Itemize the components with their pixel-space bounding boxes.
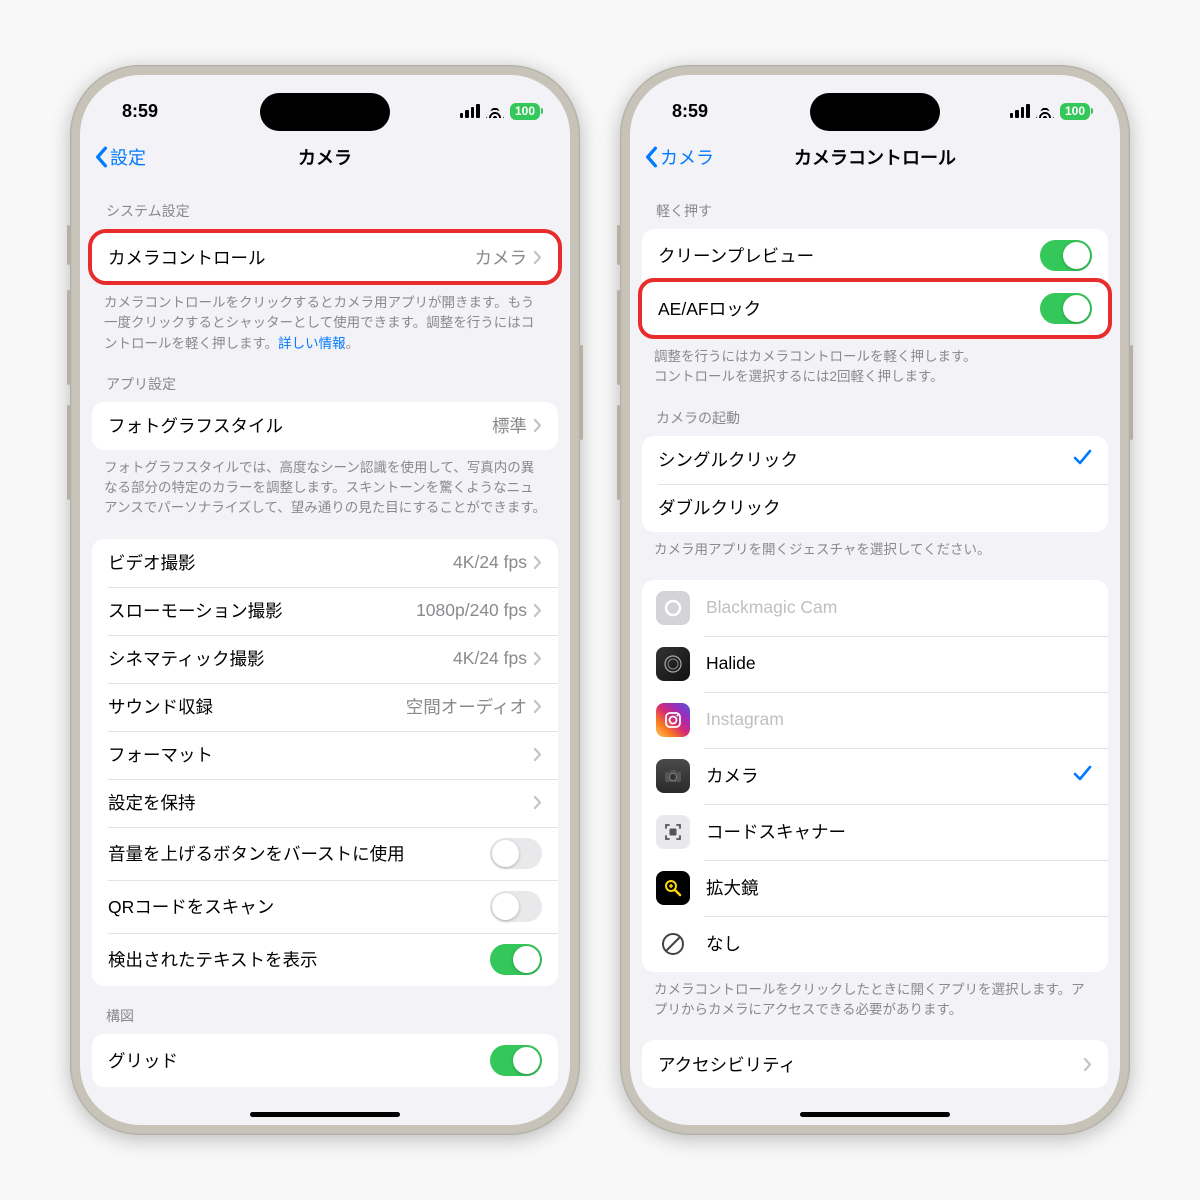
phone-right: 8:59 100 カメラ カメラコントロール 軽く押す クリーンプレビュー [620, 65, 1130, 1135]
row-value: 標準 [492, 413, 527, 438]
app-row-none[interactable]: なし [642, 916, 1108, 972]
chevron-right-icon [1083, 1057, 1092, 1072]
instagram-icon [656, 703, 690, 737]
nav-bar: カメラ カメラコントロール [630, 133, 1120, 181]
section-footer: フォトグラフスタイルでは、高度なシーン認識を使用して、写真内の異なる部分の特定の… [80, 450, 570, 519]
qr-scan-toggle[interactable] [490, 891, 542, 922]
more-info-link[interactable]: 詳しい情報 [278, 336, 346, 351]
camera-icon [656, 759, 690, 793]
aeaf-lock-toggle[interactable] [1040, 293, 1092, 324]
chevron-right-icon [533, 555, 542, 570]
double-click-row[interactable]: ダブルクリック [642, 484, 1108, 532]
battery-icon: 100 [510, 103, 540, 120]
app-row-codescanner[interactable]: コードスキャナー [642, 804, 1108, 860]
highlight-box: カメラコントロール カメラ [88, 229, 562, 285]
section-header: システム設定 [80, 181, 570, 229]
volume-burst-toggle[interactable] [490, 838, 542, 869]
halide-icon [656, 647, 690, 681]
back-button[interactable]: カメラ [644, 144, 714, 170]
grid-row: グリッド [92, 1034, 558, 1087]
section-header: 構図 [80, 986, 570, 1034]
accessibility-row[interactable]: アクセシビリティ [642, 1040, 1108, 1088]
check-icon [1072, 763, 1092, 789]
chevron-right-icon [533, 250, 542, 265]
volume-burst-row: 音量を上げるボタンをバーストに使用 [92, 827, 558, 880]
grid-toggle[interactable] [490, 1045, 542, 1076]
app-row-halide[interactable]: Halide [642, 636, 1108, 692]
dynamic-island [260, 93, 390, 131]
sound-row[interactable]: サウンド収録 空間オーディオ [92, 683, 558, 731]
app-row-camera[interactable]: カメラ [642, 748, 1108, 804]
section-footer: 調整を行うにはカメラコントロールを軽く押します。 コントロールを選択するには2回… [630, 339, 1120, 388]
section-header: 軽く押す [630, 181, 1120, 229]
chevron-right-icon [533, 747, 542, 762]
row-label: フォトグラフスタイル [108, 413, 492, 438]
qr-scan-row: QRコードをスキャン [92, 880, 558, 933]
dynamic-island [810, 93, 940, 131]
home-indicator[interactable] [800, 1112, 950, 1117]
chevron-right-icon [533, 795, 542, 810]
video-row[interactable]: ビデオ撮影 4K/24 fps [92, 539, 558, 587]
app-row-magnifier[interactable]: 拡大鏡 [642, 860, 1108, 916]
status-time: 8:59 [672, 101, 708, 122]
blackmagic-icon [656, 591, 690, 625]
chevron-right-icon [533, 418, 542, 433]
cinematic-row[interactable]: シネマティック撮影 4K/24 fps [92, 635, 558, 683]
screen-left: 8:59 100 設定 カメラ システム設定 カメラコントロール カメラ [80, 75, 570, 1125]
section-footer: カメラコントロールをクリックするとカメラ用アプリが開きます。もう一度クリックする… [80, 285, 570, 354]
preserve-row[interactable]: 設定を保持 [92, 779, 558, 827]
app-row-blackmagic[interactable]: Blackmagic Cam [642, 580, 1108, 636]
none-icon [656, 927, 690, 961]
section-header: カメラの起動 [630, 388, 1120, 436]
phone-left: 8:59 100 設定 カメラ システム設定 カメラコントロール カメラ [70, 65, 580, 1135]
clean-preview-row: クリーンプレビュー [642, 229, 1108, 282]
settings-content[interactable]: 軽く押す クリーンプレビュー AE/AFロック 調整を行うにはカメラコントロール… [630, 181, 1120, 1125]
highlight-box: AE/AFロック [638, 278, 1112, 339]
wifi-icon [1036, 104, 1054, 118]
format-row[interactable]: フォーマット [92, 731, 558, 779]
chevron-left-icon [644, 146, 658, 168]
chevron-right-icon [533, 699, 542, 714]
page-title: カメラコントロール [794, 144, 956, 170]
home-indicator[interactable] [250, 1112, 400, 1117]
camera-control-row[interactable]: カメラコントロール カメラ [92, 233, 558, 281]
check-icon [1072, 447, 1092, 473]
signal-icon [460, 104, 480, 118]
qr-scanner-icon [656, 815, 690, 849]
back-label: 設定 [110, 144, 146, 170]
screen-right: 8:59 100 カメラ カメラコントロール 軽く押す クリーンプレビュー [630, 75, 1120, 1125]
text-detect-row: 検出されたテキストを表示 [92, 933, 558, 986]
photo-style-row[interactable]: フォトグラフスタイル 標準 [92, 402, 558, 450]
wifi-icon [486, 104, 504, 118]
app-row-instagram[interactable]: Instagram [642, 692, 1108, 748]
settings-content[interactable]: システム設定 カメラコントロール カメラ カメラコントロールをクリックするとカメ… [80, 181, 570, 1125]
text-detect-toggle[interactable] [490, 944, 542, 975]
clean-preview-toggle[interactable] [1040, 240, 1092, 271]
chevron-left-icon [94, 146, 108, 168]
nav-bar: 設定 カメラ [80, 133, 570, 181]
row-label: カメラコントロール [108, 245, 475, 270]
back-label: カメラ [660, 144, 714, 170]
single-click-row[interactable]: シングルクリック [642, 436, 1108, 484]
status-time: 8:59 [122, 101, 158, 122]
chevron-right-icon [533, 651, 542, 666]
slomo-row[interactable]: スローモーション撮影 1080p/240 fps [92, 587, 558, 635]
back-button[interactable]: 設定 [94, 144, 146, 170]
section-header: アプリ設定 [80, 354, 570, 402]
page-title: カメラ [298, 144, 352, 170]
section-footer: カメラコントロールをクリックしたときに開くアプリを選択します。アプリからカメラに… [630, 972, 1120, 1021]
aeaf-lock-row: AE/AFロック [642, 282, 1108, 335]
battery-icon: 100 [1060, 103, 1090, 120]
chevron-right-icon [533, 603, 542, 618]
magnifier-icon [656, 871, 690, 905]
section-footer: カメラ用アプリを開くジェスチャを選択してください。 [630, 532, 1120, 560]
row-value: カメラ [475, 245, 528, 270]
signal-icon [1010, 104, 1030, 118]
